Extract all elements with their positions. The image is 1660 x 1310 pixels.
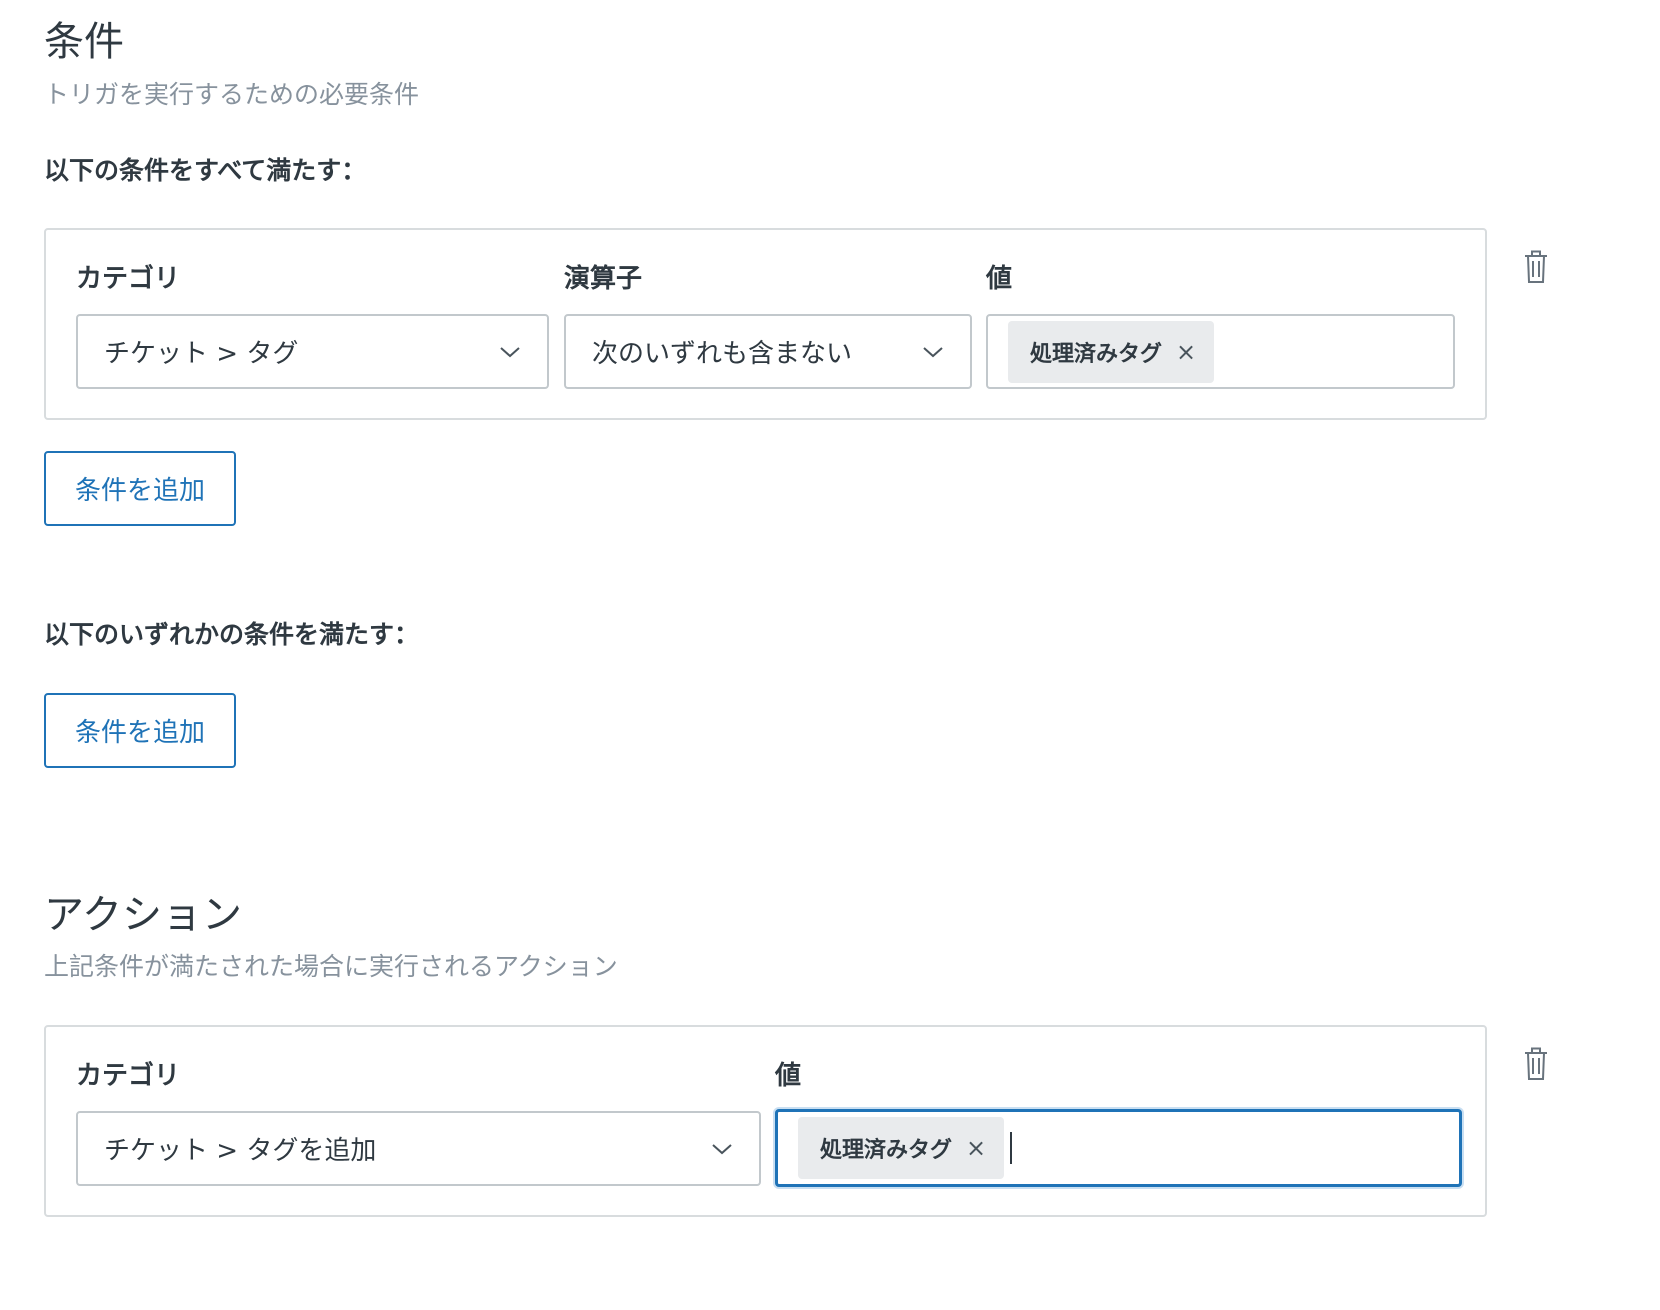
action-card: カテゴリ 値 チケット > タグを追加 処理済みタグ × — [44, 1025, 1487, 1217]
condition-card: カテゴリ 演算子 値 チケット > タグ 次のいずれも含まない 処理済みタグ × — [44, 228, 1487, 420]
condition-category-label: カテゴリ — [76, 264, 181, 294]
chevron-down-icon — [712, 1143, 732, 1154]
tag-chip: 処理済みタグ × — [1008, 320, 1215, 383]
actions-subtitle: 上記条件が満たされた場合に実行されるアクション — [44, 952, 618, 981]
action-category-label: カテゴリ — [76, 1061, 181, 1091]
condition-value-label: 値 — [986, 264, 1013, 294]
tag-chip-label: 処理済みタグ — [1030, 341, 1163, 367]
action-value-tag-input[interactable]: 処理済みタグ × — [775, 1109, 1462, 1187]
chevron-down-icon — [500, 346, 520, 357]
close-icon[interactable]: × — [1176, 338, 1196, 366]
action-value-label: 値 — [775, 1061, 802, 1091]
trash-icon[interactable] — [1523, 250, 1549, 284]
conditions-title: 条件 — [44, 19, 124, 65]
tag-chip: 処理済みタグ × — [798, 1117, 1005, 1179]
condition-category-value: チケット > タグ — [104, 339, 299, 369]
any-conditions-label: 以下のいずれかの条件を満たす： — [44, 620, 420, 649]
action-category-select[interactable]: チケット > タグを追加 — [76, 1111, 761, 1186]
close-icon[interactable]: × — [966, 1134, 986, 1162]
trash-icon[interactable] — [1523, 1047, 1549, 1081]
text-cursor — [1010, 1132, 1013, 1164]
condition-value-tag-input[interactable]: 処理済みタグ × — [986, 314, 1455, 389]
add-condition-all-button[interactable]: 条件を追加 — [44, 451, 236, 526]
chevron-down-icon — [923, 346, 943, 357]
tag-chip-label: 処理済みタグ — [820, 1138, 953, 1163]
action-category-value: チケット > タグを追加 — [104, 1136, 377, 1166]
condition-operator-select[interactable]: 次のいずれも含まない — [564, 314, 972, 389]
condition-category-select[interactable]: チケット > タグ — [76, 314, 549, 389]
conditions-subtitle: トリガを実行するための必要条件 — [44, 80, 420, 109]
condition-operator-label: 演算子 — [564, 264, 643, 294]
add-condition-any-button[interactable]: 条件を追加 — [44, 693, 236, 768]
condition-operator-value: 次のいずれも含まない — [592, 339, 853, 369]
all-conditions-label: 以下の条件をすべて満たす： — [44, 156, 367, 185]
actions-title: アクション — [44, 892, 242, 938]
